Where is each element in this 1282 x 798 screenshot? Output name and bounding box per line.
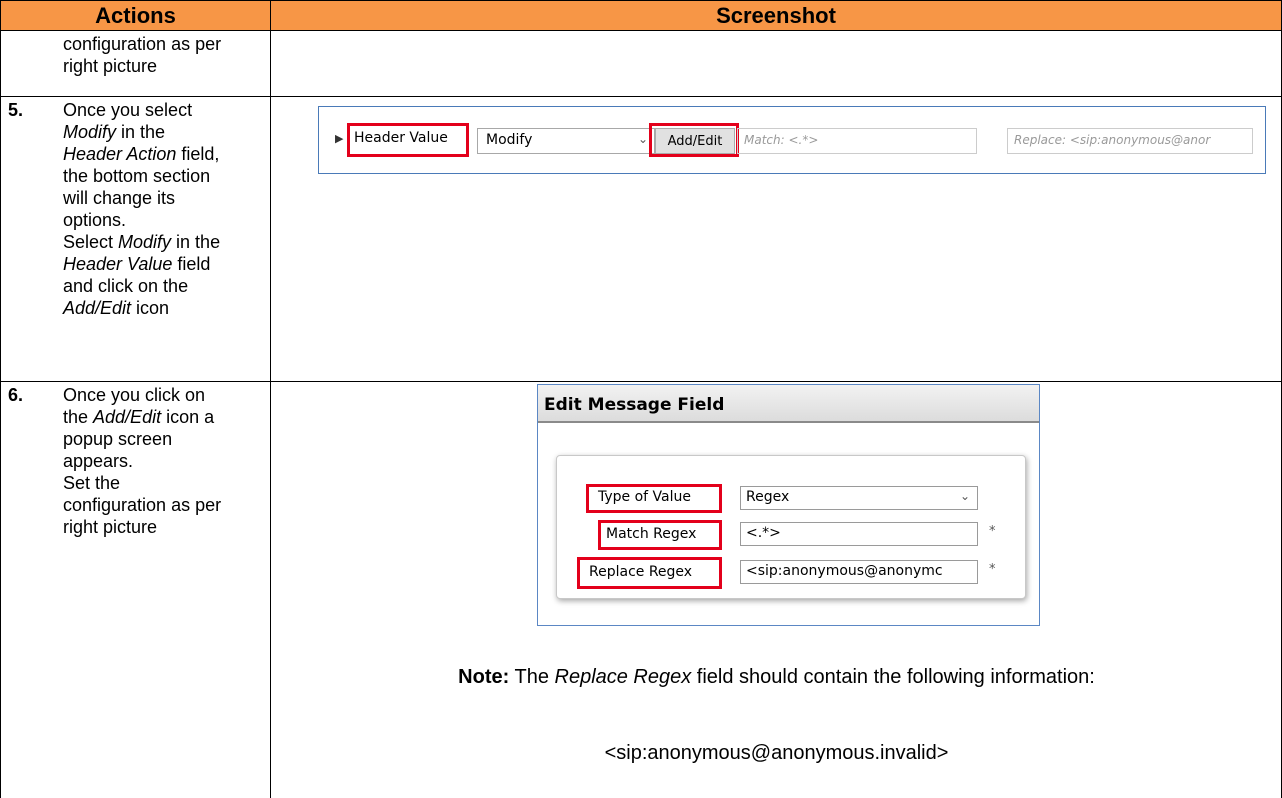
popup-panel: Type of Value Regex ⌄ Match Regex <.*> *… [556, 455, 1026, 599]
required-mark: * [989, 562, 996, 577]
popup-title: Edit Message Field [538, 385, 1039, 423]
screenshot-column-header: Screenshot [270, 0, 1282, 31]
step6-actions-text: Once you click on the Add/Edit icon a po… [63, 385, 222, 537]
replace-regex-input[interactable]: <sip:anonymous@anonymc [740, 560, 978, 584]
match-input[interactable]: Match: <.*> [737, 128, 977, 154]
note-value: <sip:anonymous@anonymous.invalid> [604, 742, 949, 764]
edit-message-field-popup: Edit Message Field Type of Value Regex ⌄… [537, 384, 1040, 626]
replace-regex-label: Replace Regex [589, 564, 693, 580]
row-divider-2 [0, 381, 1282, 382]
chevron-down-icon: ⌄ [637, 132, 648, 146]
header-value-label: Header Value [354, 130, 448, 146]
row1-actions-text: configuration as per right picture [63, 34, 222, 76]
match-regex-input[interactable]: <.*> [740, 522, 978, 546]
header-value-select[interactable]: Modify ⌄ [477, 128, 655, 154]
type-of-value-label: Type of Value [598, 489, 691, 505]
chevron-down-icon: ⌄ [959, 489, 970, 503]
match-regex-label: Match Regex [606, 526, 697, 542]
type-of-value-select[interactable]: Regex ⌄ [740, 486, 978, 510]
note-text: Note: The Replace Regex field should con… [458, 666, 1095, 688]
actions-column-header: Actions [0, 0, 271, 31]
add-edit-highlight [649, 123, 739, 157]
step5-actions-text: Once you select Modify in the Header Act… [63, 100, 221, 318]
required-mark: * [989, 524, 996, 539]
table-border-left [0, 31, 1, 798]
step-number-5: 5. [8, 100, 24, 120]
step-number-6: 6. [8, 385, 24, 405]
expand-arrow-icon[interactable]: ▶ [335, 132, 343, 145]
replace-input[interactable]: Replace: <sip:anonymous@anor [1007, 128, 1253, 154]
header-value-row-screenshot: ▶ Header Value Modify ⌄ Add/Edit Match: … [318, 106, 1266, 174]
row-divider-1 [0, 96, 1282, 97]
